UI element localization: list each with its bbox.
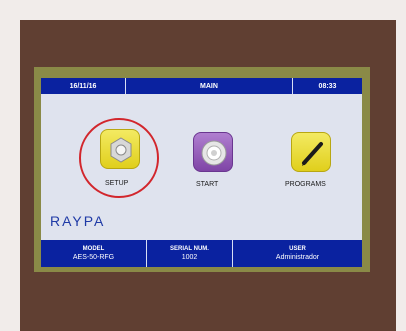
user-info: USER Administrador [233,240,362,267]
brand-logo: RAYPA [50,213,106,229]
model-header: MODEL [82,246,105,252]
time-display: 08:33 [318,82,337,90]
programs-label: PROGRAMS [285,181,326,188]
model-info: MODEL AES-50-RFG [41,240,147,267]
touch-screen: 16/11/16 MAIN 08:33 SETUP START PROGRAMS… [41,78,362,267]
user-value: Administrador [275,254,320,261]
serial-header: SERIAL NUM. [170,246,209,252]
setup-highlight-circle [79,118,159,198]
start-button[interactable] [193,132,233,172]
bottom-info-bar: MODEL AES-50-RFG SERIAL NUM. 1002 USER A… [41,240,362,267]
user-header: USER [289,246,306,252]
date-display: 16/11/16 [41,78,126,94]
serial-value: 1002 [181,254,198,261]
start-label: START [196,181,219,188]
power-knob-icon [201,140,227,166]
programs-button[interactable] [291,132,331,172]
model-value: AES-50-RFG [72,254,115,261]
serial-info: SERIAL NUM. 1002 [147,240,233,267]
top-status-bar: 16/11/16 MAIN 08:33 [41,78,362,94]
screen-title: MAIN [126,78,293,94]
pen-icon [302,142,323,166]
